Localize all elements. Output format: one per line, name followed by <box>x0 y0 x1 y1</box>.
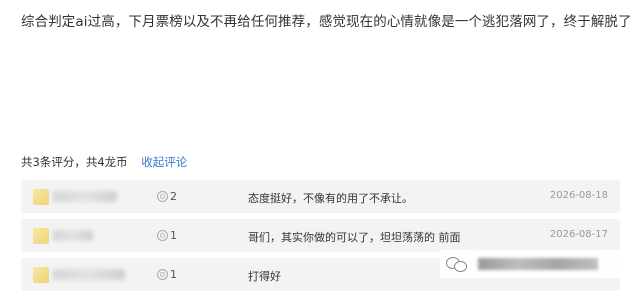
rating-comment: 哥们，其实你做的可以了，坦坦荡荡的 前面 <box>248 231 461 244</box>
username-blurred[interactable] <box>53 191 117 202</box>
wechat-icon <box>446 256 468 272</box>
avatar[interactable] <box>33 228 49 244</box>
rating-row: 2 态度挺好，不像有的用了不承让。 2026-08-18 <box>21 180 620 213</box>
rating-count: 1 <box>170 229 177 242</box>
rating-comment: 态度挺好，不像有的用了不承让。 <box>248 192 413 205</box>
rating-date: 2026-08-17 <box>549 229 608 240</box>
rating-list: 2 态度挺好，不像有的用了不承让。 2026-08-18 1 哥们，其实你做的可… <box>21 180 620 297</box>
avatar[interactable] <box>33 267 49 283</box>
watermark <box>440 250 620 278</box>
rating-count: 2 <box>170 190 177 203</box>
rating-count: 1 <box>170 268 177 281</box>
rating-date: 2026-08-18 <box>549 190 608 201</box>
rating-row: 1 哥们，其实你做的可以了，坦坦荡荡的 前面 2026-08-17 <box>21 219 620 252</box>
coin-icon <box>157 191 168 202</box>
rating-summary-text: 共3条评分，共4龙币 <box>21 155 128 169</box>
rating-summary: 共3条评分，共4龙币 收起评论 <box>21 154 187 170</box>
username-blurred[interactable] <box>53 269 125 280</box>
collapse-comments-link[interactable]: 收起评论 <box>141 155 187 169</box>
coin-icon <box>157 230 168 241</box>
watermark-text-blurred <box>478 258 598 270</box>
username-blurred[interactable] <box>53 230 93 241</box>
avatar[interactable] <box>33 189 49 205</box>
coin-icon <box>157 269 168 280</box>
post-text: 综合判定ai过高，下月票榜以及不再给任何推荐，感觉现在的心情就像是一个逃犯落网了… <box>21 14 632 30</box>
rating-comment: 打得好 <box>248 270 281 283</box>
